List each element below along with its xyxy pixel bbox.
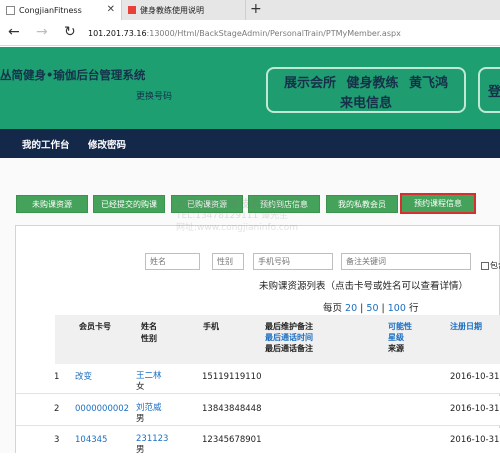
caller-caption: 来电信息	[339, 96, 392, 111]
include-checkbox[interactable]	[481, 262, 489, 270]
main-nav: 我的工作台 修改密码	[0, 129, 500, 158]
phone-filter-input[interactable]	[253, 253, 333, 270]
table-row: 1 改变 王二林 女 15119119110 2016-10-31	[16, 364, 500, 394]
back-arrow-icon[interactable]: ←	[8, 24, 20, 40]
member-reg-date: 2016-10-31	[450, 372, 500, 382]
refresh-icon[interactable]: ↻	[64, 24, 76, 40]
browser-tab-inactive[interactable]: 健身教练使用说明	[122, 0, 246, 20]
col-phone-header: 手机	[203, 322, 219, 331]
page-size-50-link[interactable]: 50	[366, 303, 378, 314]
col-last-call-time-header[interactable]: 最后通话时间	[265, 332, 313, 343]
table-row: 2 0000000002 刘范威 男 13843848448 2016-10-3…	[16, 396, 500, 426]
button-purchased-resources[interactable]: 已购课资源	[171, 195, 243, 213]
row-index: 2	[54, 404, 60, 414]
list-title: 未购课资源列表（点击卡号或姓名可以查看详情）	[259, 281, 469, 292]
url-host: 101.201.73.16	[88, 28, 147, 38]
url-field[interactable]: 101.201.73.16:13000/Html/BackStageAdmin/…	[88, 24, 498, 42]
col-last-call-note-header: 最后通话备注	[265, 344, 313, 353]
tab-title: 健身教练使用说明	[140, 5, 204, 15]
browser-tab-active[interactable]: CongjianFitness ✕	[0, 0, 122, 20]
member-card-link[interactable]: 104345	[75, 434, 107, 446]
button-store-appointments[interactable]: 预约到店信息	[248, 195, 320, 213]
member-reg-date: 2016-10-31	[450, 435, 500, 445]
member-card-link[interactable]: 0000000002	[75, 403, 129, 415]
button-submitted-purchases[interactable]: 已经提交的购课	[93, 195, 165, 213]
col-possibility-header[interactable]: 可能性	[388, 321, 412, 332]
button-course-appointments[interactable]: 预约课程信息	[400, 193, 476, 214]
member-gender: 男	[136, 414, 145, 424]
member-phone: 13843848448	[202, 404, 262, 414]
nav-item-workbench[interactable]: 我的工作台	[22, 137, 70, 151]
col-name-header: 姓名	[141, 322, 157, 331]
row-index: 3	[54, 435, 60, 445]
page-icon	[6, 5, 15, 15]
page-size-20-link[interactable]: 20	[345, 303, 357, 314]
page-size-selector: 每页 20 | 50 | 100 行	[323, 300, 418, 314]
tab-title: CongjianFitness	[19, 5, 82, 15]
address-bar: ← → ↻ 101.201.73.16:13000/Html/BackStage…	[0, 20, 500, 46]
role-label: 健身教练	[346, 76, 399, 91]
brand-title: 丛简健身•瑜伽后台管理系统	[0, 68, 146, 82]
member-phone: 15119119110	[202, 372, 262, 382]
logout-box[interactable]: 登	[478, 67, 500, 113]
button-my-private-members[interactable]: 我的私教会员	[326, 195, 398, 213]
gender-filter-input[interactable]	[212, 253, 244, 270]
col-last-maintain-header: 最后维护备注	[265, 322, 313, 331]
col-level-header[interactable]: 星级	[388, 332, 404, 343]
col-gender-header: 性别	[141, 334, 157, 343]
browser-tab-bar: CongjianFitness ✕ 健身教练使用说明 +	[0, 0, 500, 20]
member-gender: 女	[136, 382, 145, 392]
new-tab-icon[interactable]: +	[250, 1, 262, 17]
caller-info-box: 展示会所 健身教练 黄飞鸿 来电信息	[266, 67, 466, 113]
member-reg-date: 2016-10-31	[450, 404, 500, 414]
table-header: 会员卡号 姓名 性别 手机 最后维护备注 最后通话时间 最后通话备注 可能性 星…	[55, 315, 500, 364]
col-source-header: 来源	[388, 344, 404, 353]
site-favicon-icon	[128, 6, 136, 14]
person-name: 黄飞鸿	[409, 76, 449, 91]
member-gender: 男	[136, 445, 145, 455]
forward-arrow-icon[interactable]: →	[36, 24, 48, 40]
col-card-header: 会员卡号	[79, 322, 111, 331]
page-size-100-link[interactable]: 100	[388, 303, 406, 314]
store-name: 展示会所	[283, 76, 336, 91]
page-size-unit: 行	[408, 303, 419, 314]
change-number-link[interactable]: 更换号码	[136, 89, 172, 102]
close-tab-icon[interactable]: ✕	[107, 4, 115, 15]
table-row: 3 104345 231123 男 12345678901 2016-10-31	[16, 428, 500, 455]
site-header: 丛简健身•瑜伽后台管理系统 更换号码 展示会所 健身教练 黄飞鸿 来电信息 登	[0, 47, 500, 129]
name-filter-input[interactable]	[145, 253, 200, 270]
page-size-label: 每页	[323, 303, 343, 314]
nav-item-change-password[interactable]: 修改密码	[88, 137, 126, 151]
include-checkbox-label: 包含	[490, 261, 500, 270]
button-unpurchased-resources[interactable]: 未购课资源	[16, 195, 88, 213]
separator: |	[360, 303, 364, 314]
url-path: :13000/Html/BackStageAdmin/PersonalTrain…	[146, 28, 401, 38]
col-reg-date-header[interactable]: 注册日期	[450, 321, 482, 332]
separator: |	[381, 303, 385, 314]
member-phone: 12345678901	[202, 435, 262, 445]
row-index: 1	[54, 372, 60, 382]
keyword-filter-input[interactable]	[341, 253, 471, 270]
member-card-link[interactable]: 改变	[75, 371, 92, 383]
